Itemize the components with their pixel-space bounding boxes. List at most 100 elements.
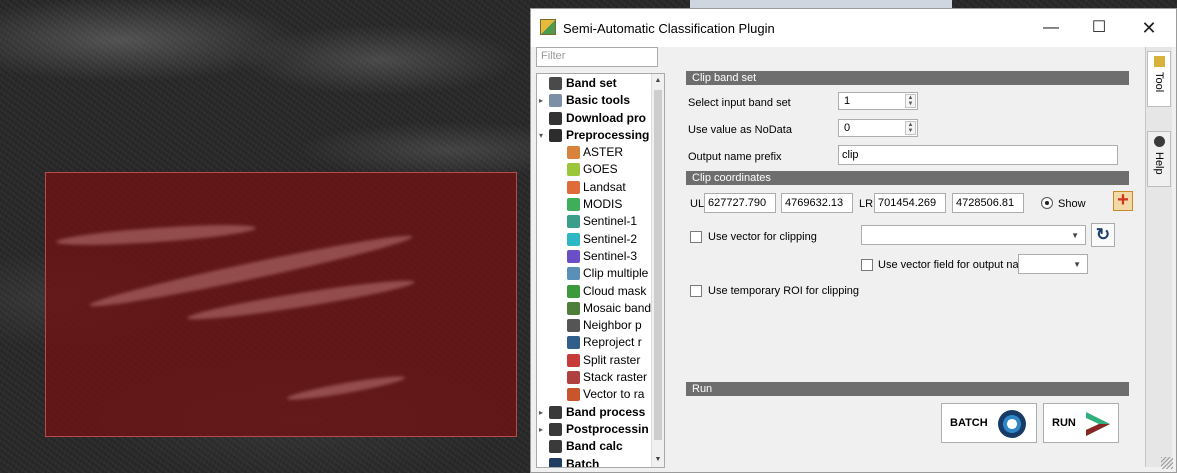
band-processing-icon [549,405,562,419]
tree-item-label: Sentinel-2 [583,231,638,246]
tree-item[interactable]: Split raster [537,352,653,369]
tree-item-label: Sentinel-3 [583,248,638,263]
tree-item[interactable]: Download pro [537,110,653,127]
vector-field-dropdown[interactable]: ▼ [1018,254,1088,274]
mosaic-icon [567,301,580,315]
tree-item-label: Band process [566,404,646,419]
tool-tab-icon [1154,56,1165,67]
spin-arrows-icon[interactable]: ▲ ▼ [905,94,916,108]
scroll-down-arrow-icon[interactable]: ▼ [652,453,664,467]
use-roi-label: Use temporary ROI for clipping [708,285,859,297]
tree-item[interactable]: ▸ Band process [537,404,653,421]
use-roi-checkbox[interactable] [690,285,702,297]
tree-item[interactable]: Mosaic band [537,300,653,317]
show-radio-button[interactable] [1041,197,1053,209]
tree-item[interactable]: Stack raster [537,369,653,386]
tab-tool-label: Tool [1153,72,1165,93]
plugin-window: Semi-Automatic Classification Plugin — ☐… [530,8,1177,473]
clip-coordinates-header: Clip coordinates [686,171,1129,185]
tree-item[interactable]: Sentinel-1 [537,213,653,230]
show-label: Show [1058,198,1086,210]
tree-item[interactable]: ▾ Preprocessing [537,127,653,144]
filter-input[interactable]: Filter [536,47,658,67]
spin-arrows-icon[interactable]: ▲ ▼ [905,121,916,135]
expand-arrow-icon[interactable]: ▾ [539,127,547,144]
tab-help-label: Help [1153,152,1165,175]
tree-item-label: Landsat [583,179,626,194]
tree-item[interactable]: Band set [537,75,653,92]
ul-x-input[interactable]: 627727.790 [704,193,776,213]
batch-button-label: BATCH [950,417,988,429]
tab-tool[interactable]: Tool [1147,51,1171,107]
cloud-mask-icon [567,284,580,298]
plugin-app-icon [540,19,556,35]
batch-button[interactable]: BATCH [941,403,1037,443]
tree-item[interactable]: Neighbor p [537,317,653,334]
neighbor-icon [567,319,580,333]
minimize-button[interactable]: — [1031,15,1071,41]
tree-item-label: Sentinel-1 [583,214,638,229]
basic-tools-icon [549,94,562,108]
expand-arrow-icon[interactable]: ▸ [539,404,547,421]
tree-item[interactable]: Sentinel-3 [537,248,653,265]
use-vector-field-checkbox[interactable] [861,259,873,271]
tree-item[interactable]: Sentinel-2 [537,231,653,248]
tree-item-label: Batch [566,456,600,468]
tree-item-label: Band calc [566,439,623,454]
reload-icon[interactable]: ↻ [1091,223,1115,247]
tree-item-label: GOES [583,162,618,177]
clip-extent-rectangle [45,172,517,437]
aster-icon [567,146,580,160]
tree-item[interactable]: Vector to ra [537,386,653,403]
expand-arrow-icon[interactable]: ▸ [539,92,547,109]
scroll-up-arrow-icon[interactable]: ▲ [652,74,664,88]
tree-item[interactable]: ASTER [537,144,653,161]
lr-x-input[interactable]: 701454.269 [874,193,946,213]
use-vector-checkbox[interactable] [690,231,702,243]
scrollbar-thumb[interactable] [654,90,662,440]
dock-tab-strip: Tool Help [1145,47,1172,467]
batch-gear-icon [998,410,1026,438]
expand-arrow-icon[interactable]: ▸ [539,421,547,438]
tree-item-label: Mosaic band [583,300,652,315]
batch-icon [549,457,562,467]
stack-raster-icon [567,371,580,385]
clip-icon [567,267,580,281]
vector-to-raster-icon [567,388,580,402]
add-roi-plus-button[interactable]: + [1113,190,1133,211]
tree-item[interactable]: Landsat [537,179,653,196]
tree-scrollbar[interactable]: ▲ ▼ [651,74,664,467]
close-button[interactable]: ✕ [1129,15,1169,41]
preprocessing-icon [549,128,562,142]
resize-grip-icon[interactable] [1161,457,1173,469]
modis-icon [567,198,580,212]
tree-item-label: Split raster [583,352,641,367]
tree-item[interactable]: Cloud mask [537,283,653,300]
output-prefix-input[interactable]: clip [838,145,1118,165]
title-bar[interactable]: Semi-Automatic Classification Plugin — ☐… [531,9,1176,47]
run-arrow-icon [1086,412,1110,436]
nodata-spinbox[interactable]: 0 ▲ ▼ [838,119,918,137]
input-band-set-value: 1 [844,95,851,107]
lr-y-input[interactable]: 4728506.81 [952,193,1024,213]
band-set-icon [549,77,562,90]
run-button[interactable]: RUN [1043,403,1119,443]
tree-item[interactable]: Reproject r [537,334,653,351]
tree-item[interactable]: ▸ Basic tools [537,92,653,109]
input-band-set-spinbox[interactable]: 1 ▲ ▼ [838,92,918,110]
nodata-value: 0 [844,122,851,134]
tree-item[interactable]: Batch [537,456,653,468]
tree-item[interactable]: ▸ Postprocessin [537,421,653,438]
output-prefix-label: Output name prefix [688,151,782,163]
tree-item[interactable]: Band calc [537,438,653,455]
tool-tree[interactable]: Band set ▸ Basic tools Download pro ▾ Preproc… [536,73,665,468]
run-header: Run [686,382,1129,396]
tree-item-label: Preprocessing [566,127,650,142]
tree-item[interactable]: MODIS [537,196,653,213]
maximize-button[interactable]: ☐ [1079,15,1119,41]
tree-item[interactable]: GOES [537,161,653,178]
tree-item[interactable]: Clip multiple [537,265,653,282]
vector-layer-dropdown[interactable]: ▼ [861,225,1086,245]
ul-y-input[interactable]: 4769632.13 [781,193,853,213]
tab-help[interactable]: Help [1147,131,1171,187]
